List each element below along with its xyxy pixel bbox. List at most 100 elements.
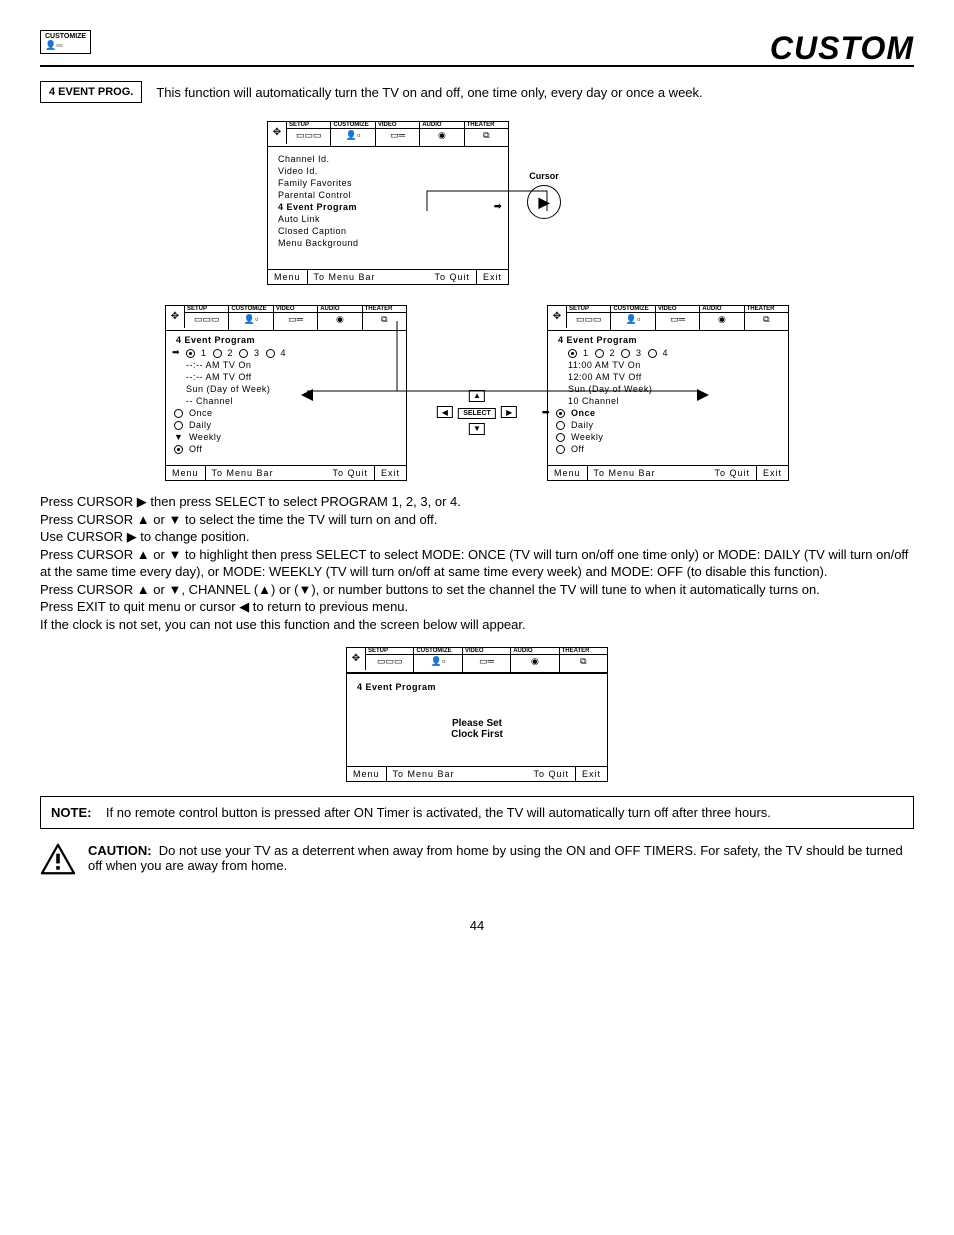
tab-theater: THEATER⧉ xyxy=(745,306,788,330)
clock-screen-title: 4 Event Program xyxy=(347,674,607,692)
program-number-row: ➡ 1 2 3 4 xyxy=(186,347,396,359)
tv-off-row: 12:00 AM TV Off xyxy=(568,371,778,383)
tab-theater: THEATER⧉ xyxy=(465,122,508,146)
mode-off: Off xyxy=(556,443,778,455)
footer-exit: Exit xyxy=(757,466,788,480)
radio-icon xyxy=(239,349,248,358)
menu-tab-bar: ✥ SETUP▭▭▭ CUSTOMIZE👤▫ VIDEO▭═ AUDIO◉ TH… xyxy=(268,122,508,147)
tab-video: VIDEO▭═ xyxy=(463,648,511,672)
arrow-right-icon: ➡ xyxy=(172,347,180,358)
footer-to-menu-bar: To Menu Bar xyxy=(308,270,382,284)
radio-icon xyxy=(556,409,565,418)
arrow-right-icon: ▶ xyxy=(501,406,517,418)
mode-weekly: ▼Weekly xyxy=(174,431,396,443)
tab-theater: THEATER⧉ xyxy=(560,648,607,672)
tab-audio: AUDIO◉ xyxy=(511,648,559,672)
day-of-week-row: Sun (Day of Week) xyxy=(568,383,778,395)
caution-triangle-icon xyxy=(40,843,76,878)
caution-block: CAUTION: Do not use your TV as a deterre… xyxy=(40,843,914,878)
instructions-block: Press CURSOR ▶ then press SELECT to sele… xyxy=(40,493,914,633)
clock-not-set-screen: ✥ SETUP▭▭▭ CUSTOMIZE👤▫ VIDEO▭═ AUDIO◉ TH… xyxy=(346,647,608,782)
arrow-up-icon: ▲ xyxy=(469,390,485,402)
menu-item: Channel Id. xyxy=(278,153,498,165)
tab-setup: SETUP▭▭▭ xyxy=(185,306,229,330)
menu-item: Family Favorites xyxy=(278,177,498,189)
day-of-week-row: Sun (Day of Week) xyxy=(186,383,396,395)
tab-video: VIDEO▭═ xyxy=(656,306,700,330)
event-program-screen-left: ✥ SETUP▭▭▭ CUSTOMIZE👤▫ VIDEO▭═ AUDIO◉ TH… xyxy=(165,305,407,481)
event-program-screen-right: ✥ SETUP▭▭▭ CUSTOMIZE👤▫ VIDEO▭═ AUDIO◉ TH… xyxy=(547,305,789,481)
program-number-row: 1 2 3 4 xyxy=(568,347,778,359)
tv-on-row: --:-- AM TV On xyxy=(186,359,396,371)
footer-menu: Menu xyxy=(548,466,588,480)
section-description: This function will automatically turn th… xyxy=(156,85,702,100)
radio-icon xyxy=(595,349,604,358)
radio-icon xyxy=(174,421,183,430)
please-set-clock: Please Set Clock First xyxy=(347,692,607,766)
radio-icon xyxy=(556,445,565,454)
footer-to-menu-bar: To Menu Bar xyxy=(387,767,461,781)
tab-video: VIDEO▭═ xyxy=(274,306,318,330)
tab-audio: AUDIO◉ xyxy=(318,306,362,330)
tab-theater: THEATER⧉ xyxy=(363,306,406,330)
tab-video: VIDEO▭═ xyxy=(376,122,420,146)
tab-customize: CUSTOMIZE👤▫ xyxy=(611,306,655,330)
tab-spinner-icon: ✥ xyxy=(347,648,366,670)
footer-to-menu-bar: To Menu Bar xyxy=(588,466,662,480)
tab-customize: CUSTOMIZE👤▫ xyxy=(229,306,273,330)
mode-once: ➡ Once xyxy=(556,407,778,419)
tab-spinner-icon: ✥ xyxy=(548,306,567,328)
section-heading-box: 4 EVENT PROG. xyxy=(40,81,142,103)
radio-icon xyxy=(556,421,565,430)
select-cluster: ▲ ◀ SELECT ▶ ▼ xyxy=(435,387,519,437)
radio-icon xyxy=(266,349,275,358)
radio-icon xyxy=(186,349,195,358)
mode-daily: Daily xyxy=(556,419,778,431)
tab-setup: SETUP▭▭▭ xyxy=(567,306,611,330)
customize-corner-badge: CUSTOMIZE 👤▫▫ xyxy=(40,30,91,54)
arrow-left-icon: ◀ xyxy=(437,406,453,418)
radio-icon xyxy=(556,433,565,442)
tab-spinner-icon: ✥ xyxy=(166,306,185,328)
footer-exit: Exit xyxy=(576,767,607,781)
footer-menu: Menu xyxy=(347,767,387,781)
radio-icon xyxy=(213,349,222,358)
arrow-down-icon: ▼ xyxy=(469,423,485,435)
triangle-down-icon: ▼ xyxy=(174,432,183,442)
radio-icon xyxy=(174,409,183,418)
mode-weekly: Weekly xyxy=(556,431,778,443)
footer-to-quit: To Quit xyxy=(708,466,757,480)
prog-title: 4 Event Program xyxy=(548,331,788,345)
tv-off-row: --:-- AM TV Off xyxy=(186,371,396,383)
menu-item: Video Id. xyxy=(278,165,498,177)
prog-title: 4 Event Program xyxy=(166,331,406,345)
tab-setup: SETUP▭▭▭ xyxy=(287,122,331,146)
page-title: CUSTOM xyxy=(770,30,914,67)
footer-to-quit: To Quit xyxy=(326,466,375,480)
tab-setup: SETUP▭▭▭ xyxy=(366,648,414,672)
note-box: NOTE: If no remote control button is pre… xyxy=(40,796,914,829)
channel-row: -- Channel xyxy=(186,395,396,407)
footer-to-menu-bar: To Menu Bar xyxy=(206,466,280,480)
footer-to-quit: To Quit xyxy=(527,767,576,781)
tab-customize: CUSTOMIZE👤▫ xyxy=(414,648,462,672)
tab-audio: AUDIO◉ xyxy=(700,306,744,330)
mode-off: Off xyxy=(174,443,396,455)
radio-icon xyxy=(648,349,657,358)
tab-audio: AUDIO◉ xyxy=(420,122,464,146)
select-button-label: SELECT xyxy=(458,408,496,419)
channel-row: 10 Channel xyxy=(568,395,778,407)
page-number: 44 xyxy=(40,918,914,933)
radio-icon xyxy=(568,349,577,358)
arrow-right-icon: ➡ xyxy=(542,407,550,418)
customize-badge-icon: 👤▫▫ xyxy=(45,40,63,50)
footer-menu: Menu xyxy=(268,270,308,284)
tab-customize: CUSTOMIZE👤▫ xyxy=(331,122,375,146)
mode-daily: Daily xyxy=(174,419,396,431)
radio-icon xyxy=(174,445,183,454)
tv-on-row: 11:00 AM TV On xyxy=(568,359,778,371)
footer-menu: Menu xyxy=(166,466,206,480)
mode-once: Once xyxy=(174,407,396,419)
footer-exit: Exit xyxy=(375,466,406,480)
radio-icon xyxy=(621,349,630,358)
